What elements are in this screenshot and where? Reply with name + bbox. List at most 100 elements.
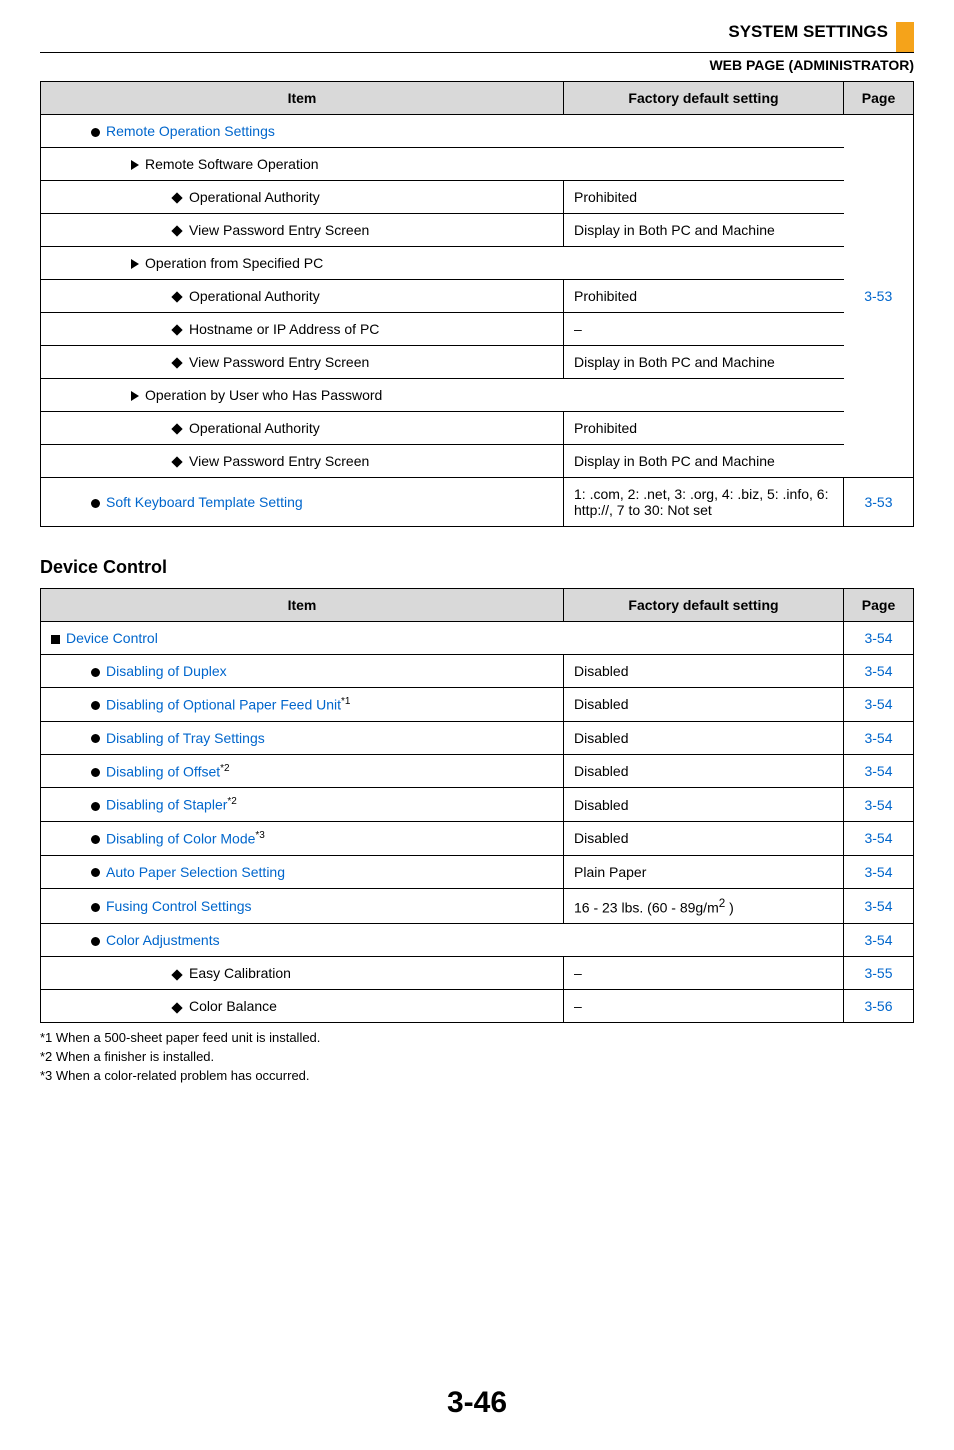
factory-default: Prohibited — [564, 280, 844, 313]
table-row: Disabling of Color Mode*3Disabled3-54 — [41, 821, 914, 855]
setting-link[interactable]: Remote Operation Settings — [106, 123, 275, 139]
setting-label: View Password Entry Screen — [189, 453, 369, 469]
diamond-bullet-icon — [171, 969, 182, 980]
setting-label: View Password Entry Screen — [189, 354, 369, 370]
page-ref[interactable]: 3-55 — [844, 957, 914, 990]
table-row: Operation from Specified PC — [41, 247, 914, 280]
setting-link[interactable]: Disabling of Stapler — [106, 797, 227, 813]
setting-link[interactable]: Color Adjustments — [106, 932, 220, 948]
setting-link[interactable]: Disabling of Optional Paper Feed Unit — [106, 697, 341, 713]
orange-accent-bar — [896, 22, 914, 52]
table-row: Device Control 3-54 — [41, 622, 914, 655]
page-ref[interactable]: 3-53 — [844, 478, 914, 527]
page-ref[interactable]: 3-54 — [844, 622, 914, 655]
factory-default: Plain Paper — [564, 855, 844, 888]
footnote-ref: *2 — [227, 796, 236, 807]
footnote-ref: *2 — [220, 763, 229, 774]
page-ref[interactable]: 3-54 — [844, 721, 914, 754]
col-header-page: Page — [844, 589, 914, 622]
factory-default: – — [564, 990, 844, 1023]
table-row: Soft Keyboard Template Setting 1: .com, 2… — [41, 478, 914, 527]
circle-bullet-icon — [91, 734, 100, 743]
factory-default: 1: .com, 2: .net, 3: .org, 4: .biz, 5: .… — [564, 478, 844, 527]
setting-label: Color Balance — [189, 998, 277, 1014]
col-header-item: Item — [41, 589, 564, 622]
table-row: Auto Paper Selection Setting Plain Paper3… — [41, 855, 914, 888]
subheading: WEB PAGE (ADMINISTRATOR) — [0, 53, 954, 81]
page-ref[interactable]: 3-54 — [844, 855, 914, 888]
table-row: Hostname or IP Address of PC – — [41, 313, 914, 346]
circle-bullet-icon — [91, 802, 100, 811]
page-number: 3-46 — [0, 1386, 954, 1450]
table-row: Disabling of Offset*2 Disabled3-54 — [41, 754, 914, 788]
table-row: View Password Entry ScreenDisplay in Bot… — [41, 214, 914, 247]
setting-link[interactable]: Device Control — [66, 630, 158, 646]
setting-label: Remote Software Operation — [145, 156, 319, 172]
page-ref[interactable]: 3-54 — [844, 821, 914, 855]
table-row: Color Balance –3-56 — [41, 990, 914, 1023]
table-row: View Password Entry ScreenDisplay in Bot… — [41, 346, 914, 379]
section-title: SYSTEM SETTINGS — [728, 22, 888, 42]
setting-label: Operation by User who Has Password — [145, 387, 382, 403]
factory-default: Disabled — [564, 688, 844, 722]
square-bullet-icon — [51, 635, 60, 644]
factory-default: Prohibited — [564, 181, 844, 214]
settings-table-2: Item Factory default setting Page Device… — [40, 588, 914, 1023]
setting-label: Operational Authority — [189, 420, 320, 436]
setting-link[interactable]: Disabling of Tray Settings — [106, 730, 265, 746]
table-row: Disabling of Optional Paper Feed Unit*1 D… — [41, 688, 914, 722]
circle-bullet-icon — [91, 701, 100, 710]
factory-default: – — [564, 313, 844, 346]
page-ref[interactable]: 3-54 — [844, 655, 914, 688]
factory-default: Disabled — [564, 788, 844, 822]
col-header-fds: Factory default setting — [564, 82, 844, 115]
page-ref[interactable]: 3-54 — [844, 788, 914, 822]
table-row: Color Adjustments 3-54 — [41, 924, 914, 957]
page-ref[interactable]: 3-54 — [844, 924, 914, 957]
diamond-bullet-icon — [171, 325, 182, 336]
setting-link[interactable]: Disabling of Color Mode — [106, 831, 255, 847]
table-row: Operational AuthorityProhibited — [41, 181, 914, 214]
circle-bullet-icon — [91, 868, 100, 877]
setting-link[interactable]: Disabling of Duplex — [106, 663, 227, 679]
page-ref[interactable]: 3-54 — [844, 688, 914, 722]
diamond-bullet-icon — [171, 1002, 182, 1013]
table-row: Fusing Control Settings 16 - 23 lbs. (60 … — [41, 888, 914, 924]
table-header-row: Item Factory default setting Page — [41, 82, 914, 115]
setting-link[interactable]: Auto Paper Selection Setting — [106, 864, 285, 880]
table-row: Remote Software Operation — [41, 148, 914, 181]
setting-link[interactable]: Fusing Control Settings — [106, 898, 252, 914]
diamond-bullet-icon — [171, 226, 182, 237]
circle-bullet-icon — [91, 668, 100, 677]
page-ref[interactable]: 3-54 — [844, 754, 914, 788]
factory-default: Disabled — [564, 721, 844, 754]
table-row: Operation by User who Has Password — [41, 379, 914, 412]
setting-label: Hostname or IP Address of PC — [189, 321, 379, 337]
setting-label: Operational Authority — [189, 288, 320, 304]
col-header-item: Item — [41, 82, 564, 115]
page-ref[interactable]: 3-54 — [844, 888, 914, 924]
table-row: Operational Authority Prohibited — [41, 280, 914, 313]
table-row: View Password Entry ScreenDisplay in Bot… — [41, 445, 914, 478]
factory-default: Disabled — [564, 754, 844, 788]
page-ref[interactable]: 3-56 — [844, 990, 914, 1023]
diamond-bullet-icon — [171, 193, 182, 204]
diamond-bullet-icon — [171, 292, 182, 303]
table-row: Operational AuthorityProhibited — [41, 412, 914, 445]
footnote-ref: *1 — [341, 696, 350, 707]
setting-label: Easy Calibration — [189, 965, 291, 981]
factory-default: 16 - 23 lbs. (60 - 89g/m2 ) — [564, 888, 844, 924]
setting-label: View Password Entry Screen — [189, 222, 369, 238]
col-header-page: Page — [844, 82, 914, 115]
footnote: *1 When a 500-sheet paper feed unit is i… — [40, 1029, 914, 1048]
page-ref[interactable]: 3-53 — [844, 115, 914, 478]
col-header-fds: Factory default setting — [564, 589, 844, 622]
table-row: Remote Operation Settings3-53 — [41, 115, 914, 148]
triangle-bullet-icon — [131, 259, 139, 269]
table-row: Disabling of Tray Settings Disabled3-54 — [41, 721, 914, 754]
circle-bullet-icon — [91, 835, 100, 844]
circle-bullet-icon — [91, 903, 100, 912]
settings-table-1: Item Factory default setting Page Remote… — [40, 81, 914, 527]
setting-link[interactable]: Soft Keyboard Template Setting — [106, 494, 303, 510]
setting-link[interactable]: Disabling of Offset — [106, 763, 220, 779]
